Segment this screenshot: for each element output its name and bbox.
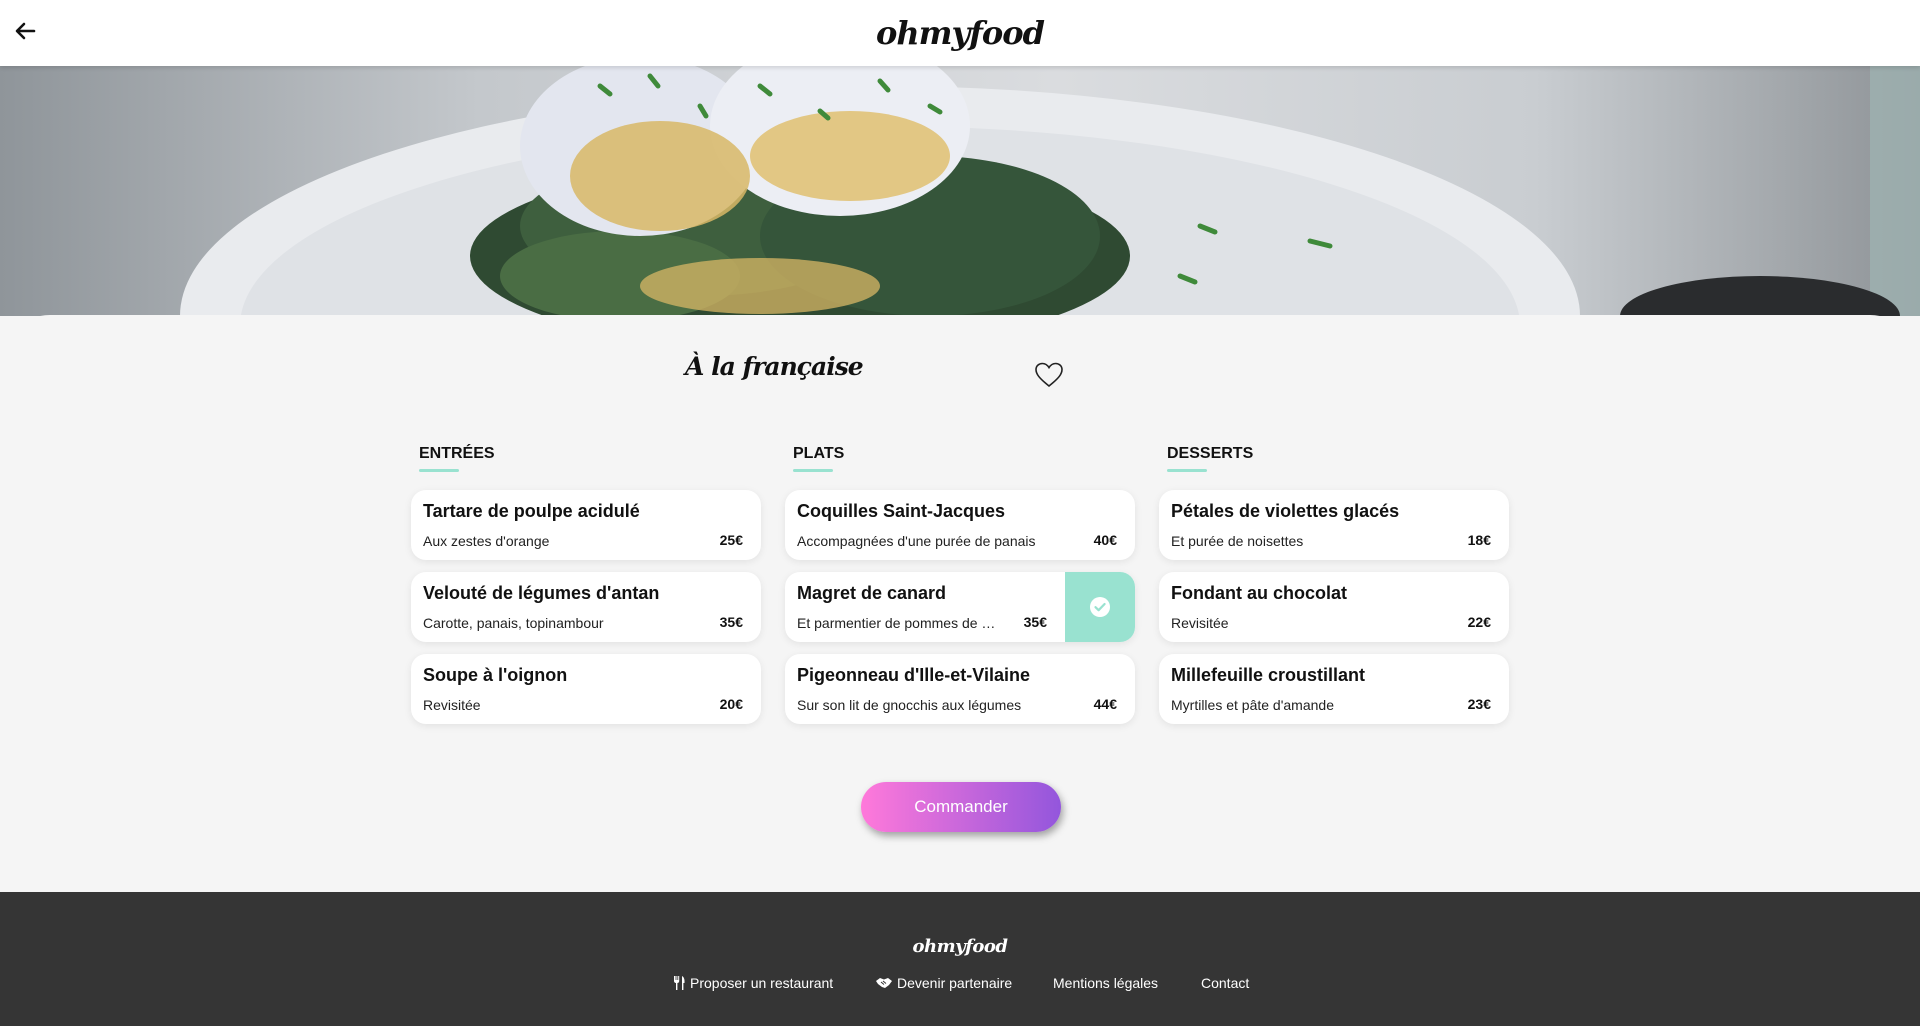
- menu-item-price: 20€: [719, 696, 743, 712]
- footer-link-legal[interactable]: Mentions légales: [1053, 975, 1158, 991]
- selected-indicator[interactable]: [1065, 572, 1135, 642]
- footer-link-become-partner[interactable]: Devenir partenaire: [875, 975, 1012, 991]
- menu-item-description: Aux zestes d'orange: [423, 533, 550, 549]
- menu-item[interactable]: Fondant au chocolat Revisitée 22€: [1159, 572, 1509, 642]
- menu-item-name: Coquilles Saint-Jacques: [797, 501, 1006, 521]
- menu-item-price: 18€: [1467, 532, 1491, 548]
- footer-logo[interactable]: ohmyfood: [0, 936, 1920, 957]
- header: ohmyfood: [0, 0, 1920, 66]
- menu-item-description: Revisitée: [423, 697, 481, 713]
- order-button[interactable]: Commander: [861, 782, 1061, 832]
- handshake-icon: [876, 978, 892, 988]
- menu-item-name: Tartare de poulpe acidulé: [423, 501, 640, 521]
- menu-item-name: Fondant au chocolat: [1171, 583, 1348, 603]
- menu-item-price: 40€: [1093, 532, 1117, 548]
- menu-item-name: Pétales de violettes glacés: [1171, 501, 1400, 521]
- menu-item[interactable]: Pétales de violettes glacés Et purée de …: [1159, 490, 1509, 560]
- menu-item-name: Soupe à l'oignon: [423, 665, 568, 685]
- heart-outline-icon[interactable]: [1035, 362, 1063, 388]
- footer: ohmyfood Proposer un restaurant Devenir …: [0, 892, 1920, 1026]
- section-title-entrees: ENTRÉES: [419, 445, 495, 472]
- footer-link-label: Proposer un restaurant: [690, 975, 834, 991]
- menu-item[interactable]: Coquilles Saint-Jacques Accompagnées d'u…: [785, 490, 1135, 560]
- menu-item-description: Carotte, panais, topinambour: [423, 615, 604, 631]
- section-title-desserts: DESSERTS: [1167, 445, 1254, 472]
- menu-item-description: Et parmentier de pommes de terre: [797, 615, 997, 631]
- menu-item-name: Velouté de légumes d'antan: [423, 583, 660, 603]
- menu-item[interactable]: Soupe à l'oignon Revisitée 20€: [411, 654, 761, 724]
- menu-item[interactable]: Velouté de légumes d'antan Carotte, pana…: [411, 572, 761, 642]
- footer-link-propose-restaurant[interactable]: Proposer un restaurant: [673, 975, 833, 991]
- menu-item[interactable]: Pigeonneau d'Ille-et-Vilaine Sur son lit…: [785, 654, 1135, 724]
- footer-link-label: Contact: [1201, 975, 1250, 991]
- menu-item-price: 25€: [719, 532, 743, 548]
- restaurant-title: À la française: [685, 352, 864, 381]
- menu-item-price: 23€: [1467, 696, 1491, 712]
- hero-image: [0, 66, 1920, 316]
- menu-item-name: Pigeonneau d'Ille-et-Vilaine: [797, 665, 1030, 685]
- menu-item-description: Accompagnées d'une purée de panais: [797, 533, 1036, 549]
- menu-item-price: 35€: [719, 614, 743, 630]
- footer-link-contact[interactable]: Contact: [1201, 975, 1249, 991]
- menu-item-description: Sur son lit de gnocchis aux légumes: [797, 697, 1022, 713]
- check-circle-icon: [1090, 597, 1110, 617]
- section-title-plats: PLATS: [793, 445, 845, 472]
- menu-item-price: 35€: [1023, 614, 1047, 630]
- footer-link-label: Devenir partenaire: [897, 975, 1013, 991]
- site-logo[interactable]: ohmyfood: [0, 14, 1920, 52]
- menu-item-name: Millefeuille croustillant: [1171, 665, 1366, 685]
- menu-item-description: Myrtilles et pâte d'amande: [1171, 697, 1334, 713]
- menu-item-price: 44€: [1093, 696, 1117, 712]
- menu-item-selected[interactable]: Magret de canard Et parmentier de pommes…: [785, 572, 1135, 642]
- menu-item-description: Revisitée: [1171, 615, 1229, 631]
- menu-item-price: 22€: [1467, 614, 1491, 630]
- menu-item[interactable]: Millefeuille croustillant Myrtilles et p…: [1159, 654, 1509, 724]
- menu-item-description: Et purée de noisettes: [1171, 533, 1304, 549]
- footer-link-label: Mentions légales: [1053, 975, 1159, 991]
- utensils-icon: [674, 976, 685, 990]
- menu-item-name: Magret de canard: [797, 583, 947, 603]
- menu-item[interactable]: Tartare de poulpe acidulé Aux zestes d'o…: [411, 490, 761, 560]
